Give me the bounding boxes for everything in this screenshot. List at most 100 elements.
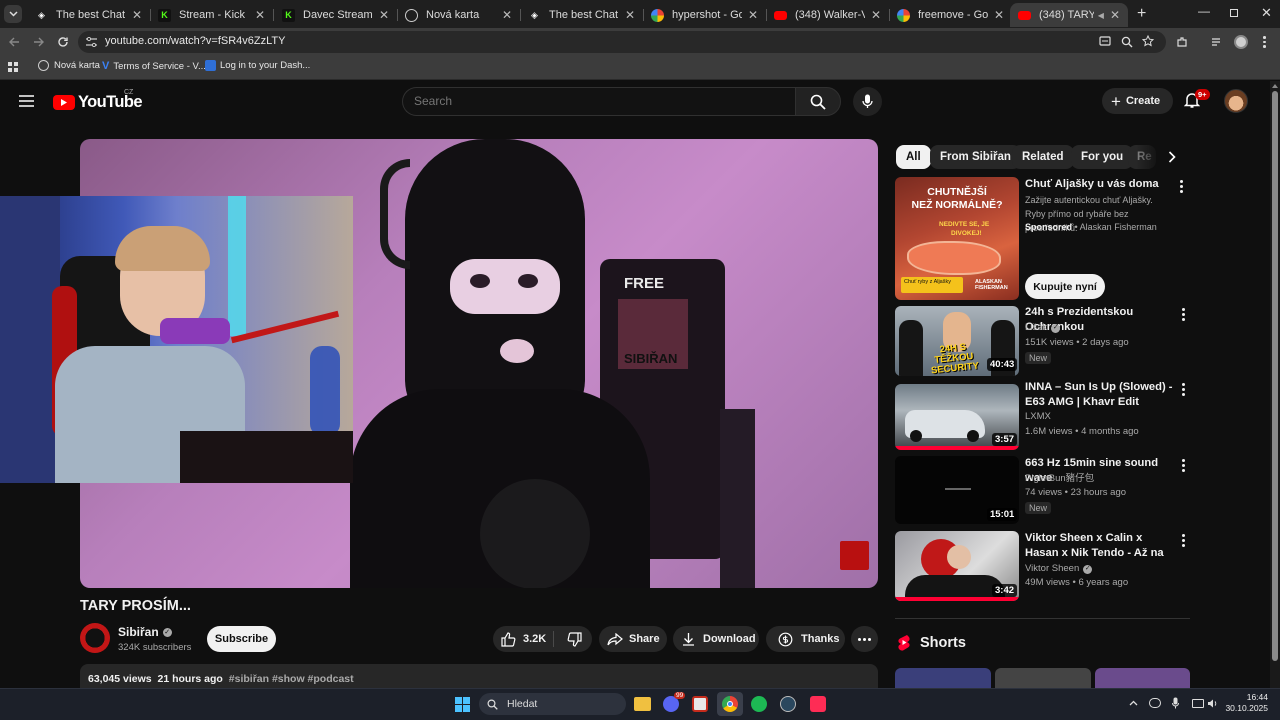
chevron-up-icon[interactable] (1129, 700, 1138, 706)
bookmark-item[interactable]: V Terms of Service - V... (102, 60, 206, 72)
channel-name[interactable]: PigletBun豬仔包 (1025, 472, 1094, 486)
scrollbar-up-arrow[interactable] (1272, 84, 1278, 88)
snipping-tool-icon[interactable] (692, 696, 708, 712)
chips-fade (1136, 143, 1162, 171)
taskbar-search[interactable]: Hledat (479, 693, 626, 715)
display-icon[interactable] (1192, 699, 1204, 708)
close-tab-icon[interactable]: ✕ (255, 8, 265, 22)
bookmark-item[interactable]: Log in to your Dash... (205, 60, 310, 71)
thanks-button[interactable]: Thanks (766, 626, 845, 652)
ad-title[interactable]: Chuť Aljašky u vás doma (1025, 177, 1170, 192)
new-tab-button[interactable]: + (1137, 5, 1146, 23)
apps-grid-icon[interactable] (8, 62, 18, 72)
file-explorer-icon[interactable] (634, 697, 651, 711)
profile-avatar[interactable] (1234, 35, 1248, 49)
browser-tab[interactable]: freemove - Google S ✕ (889, 3, 1012, 27)
channel-avatar[interactable] (80, 623, 110, 653)
close-tab-icon[interactable]: ✕ (502, 8, 512, 22)
channel-line[interactable]: Viktor Sheen ✓ (1025, 562, 1093, 576)
share-button[interactable]: Share (599, 626, 667, 652)
tiktok-icon[interactable] (810, 696, 826, 712)
reload-icon[interactable] (57, 36, 69, 48)
video-menu-button[interactable] (1182, 383, 1186, 396)
close-tab-icon[interactable]: ✕ (871, 8, 881, 22)
browser-tab[interactable]: ◈ The best ChatBot and ✕ (520, 3, 643, 27)
clock[interactable]: 16:44 30.10.2025 (1222, 692, 1268, 714)
browser-tab[interactable]: hypershot - Google S ✕ (643, 3, 766, 27)
tab-active[interactable]: (348) TARY PROSÍ ◀ ✕ (1010, 3, 1128, 27)
back-arrow-icon[interactable] (8, 36, 20, 48)
bookmark-item[interactable]: Nová karta (38, 60, 100, 71)
thumbs-up-icon (501, 631, 516, 647)
close-tab-icon[interactable]: ✕ (994, 8, 1004, 22)
close-tab-icon[interactable]: ✕ (625, 8, 635, 22)
chip-all[interactable]: All (896, 145, 931, 169)
ad-cta-button[interactable]: Kupujte nyní (1025, 274, 1105, 299)
network-sync-icon[interactable] (1149, 698, 1161, 708)
channel-name[interactable]: LXMX (1025, 410, 1051, 424)
dislike-button[interactable] (556, 626, 592, 652)
video-menu-button[interactable] (1182, 459, 1186, 472)
chip-related[interactable]: Related (1012, 145, 1074, 169)
search-box[interactable] (402, 87, 795, 116)
video-title[interactable]: INNA – Sun Is Up (Slowed) - E63 AMG | Kh… (1025, 380, 1175, 410)
address-bar[interactable]: youtube.com/watch?v=fSR4v6ZzLTY (78, 31, 1166, 53)
close-tab-icon[interactable]: ✕ (132, 8, 142, 22)
spotify-icon[interactable] (751, 696, 767, 712)
video-title[interactable]: Viktor Sheen x Calin x Hasan x Nik Tendo… (1025, 531, 1175, 561)
restore-button[interactable] (1230, 9, 1238, 17)
media-controls-icon[interactable] (1211, 37, 1223, 47)
channel-name[interactable]: Sibiřan ✓ (118, 625, 172, 639)
short-thumbnail[interactable] (1095, 668, 1190, 690)
page-scrollbar[interactable] (1270, 81, 1280, 688)
search-input[interactable] (414, 94, 774, 108)
account-avatar[interactable] (1224, 89, 1248, 113)
video-menu-button[interactable] (1182, 308, 1186, 321)
scrollbar-thumb[interactable] (1272, 91, 1278, 661)
url-text[interactable]: youtube.com/watch?v=fSR4v6ZzLTY (105, 35, 285, 47)
forward-arrow-icon[interactable] (33, 36, 45, 48)
voice-search-button[interactable] (853, 87, 882, 116)
bookmark-star-icon[interactable] (1142, 35, 1154, 47)
channel-watermark[interactable] (840, 541, 869, 570)
microphone-tray-icon[interactable] (1172, 697, 1179, 709)
speaker-icon[interactable] (1207, 698, 1218, 709)
short-thumbnail[interactable] (995, 668, 1091, 690)
browser-tab[interactable]: Nová karta ✕ (397, 3, 520, 27)
hamburger-menu-icon[interactable] (19, 95, 34, 107)
windows-start-icon[interactable] (455, 697, 470, 712)
browser-tab[interactable]: K Stream - Kick Dashbo ✕ (150, 3, 273, 27)
zoom-icon[interactable] (1121, 36, 1133, 48)
ad-menu-button[interactable] (1180, 180, 1184, 193)
create-button[interactable]: + Create (1102, 88, 1173, 114)
video-menu-button[interactable] (1182, 534, 1186, 547)
short-thumbnail[interactable] (895, 668, 991, 690)
chevron-right-icon[interactable] (1168, 151, 1176, 163)
close-window-button[interactable]: ✕ (1261, 5, 1272, 21)
steam-icon[interactable] (780, 696, 796, 712)
browser-menu-button[interactable] (1263, 36, 1266, 48)
browser-tab[interactable]: (348) Walker-V Chůz ✕ (766, 3, 889, 27)
site-info-icon[interactable] (86, 37, 97, 47)
more-actions-button[interactable] (851, 626, 878, 652)
subscribe-button[interactable]: Subscribe (207, 626, 276, 652)
tab-search-button[interactable] (4, 5, 22, 23)
search-button[interactable] (795, 87, 841, 116)
ad-thumbnail[interactable]: CHUTNĚJŠÍ NEŽ NORMÁLNĚ? NEDIVTE SE, JE D… (895, 177, 1019, 300)
mute-tab-icon[interactable]: ◀ (1098, 11, 1104, 20)
browser-tab[interactable]: ◈ The best ChatBot and ✕ (27, 3, 150, 27)
browser-tab[interactable]: K Davec Stream - Watc ✕ (274, 3, 397, 27)
download-button[interactable]: Download (673, 626, 759, 652)
chip-for-you[interactable]: For you (1071, 145, 1134, 169)
chrome-taskbar-icon[interactable] (717, 692, 743, 716)
channel-line[interactable]: Lišák ✓ (1025, 321, 1061, 335)
like-button[interactable]: 3.2K (493, 626, 553, 652)
chip-from-channel[interactable]: From Sibiřan (930, 145, 1021, 169)
notifications-button[interactable]: 9+ (1183, 89, 1210, 112)
cast-icon[interactable] (1099, 36, 1111, 47)
close-tab-icon[interactable]: ✕ (1110, 8, 1120, 22)
minimize-button[interactable]: — (1198, 4, 1210, 20)
close-tab-icon[interactable]: ✕ (748, 8, 758, 22)
extensions-icon[interactable] (1176, 36, 1188, 48)
close-tab-icon[interactable]: ✕ (379, 8, 389, 22)
